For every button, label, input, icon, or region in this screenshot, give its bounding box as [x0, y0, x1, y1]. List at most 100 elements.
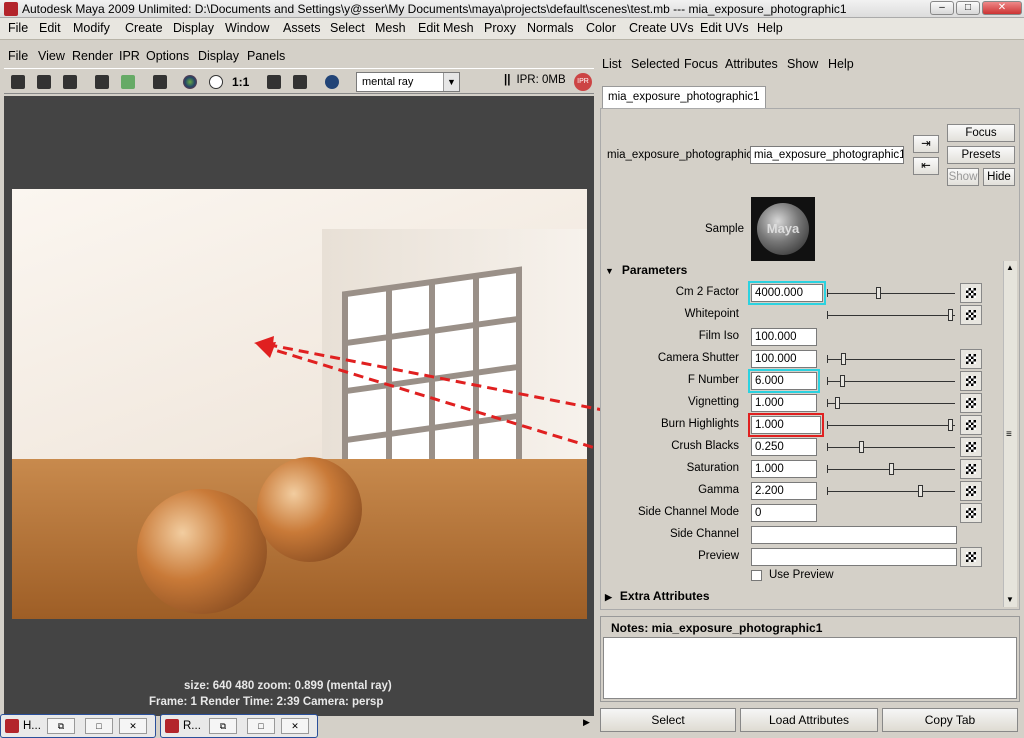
- cm2-factor-field[interactable]: 4000.000: [748, 281, 826, 305]
- menu-mesh[interactable]: Mesh: [375, 21, 406, 35]
- taskbar-window-r[interactable]: R... ⧉ □ ✕: [160, 714, 318, 738]
- saturation-field[interactable]: 1.000: [751, 460, 817, 478]
- load-attributes-button[interactable]: Load Attributes: [740, 708, 878, 732]
- taskbar-restore-icon[interactable]: ⧉: [47, 718, 75, 734]
- scroll-right-icon[interactable]: ▶: [583, 717, 590, 728]
- taskbar-restore-icon[interactable]: ⧉: [209, 718, 237, 734]
- taskbar-close-icon[interactable]: ✕: [281, 718, 309, 734]
- crush-blacks-slider[interactable]: [827, 440, 955, 454]
- select-button[interactable]: Select: [600, 708, 736, 732]
- parameters-section-header[interactable]: ▼ Parameters: [605, 263, 687, 279]
- menu-assets[interactable]: Assets: [283, 21, 321, 35]
- menu-edit-uvs[interactable]: Edit UVs: [700, 21, 749, 35]
- map-button-icon[interactable]: [960, 393, 982, 413]
- alpha-channel-icon[interactable]: [206, 72, 226, 92]
- scroll-grip-icon[interactable]: ≡: [1006, 429, 1012, 440]
- map-button-icon[interactable]: [960, 503, 982, 523]
- pause-icon[interactable]: ||: [504, 74, 510, 86]
- taskbar-close-icon[interactable]: ✕: [119, 718, 147, 734]
- menu-normals[interactable]: Normals: [527, 21, 574, 35]
- menu-color[interactable]: Color: [586, 21, 616, 35]
- rv-menu-view[interactable]: View: [38, 49, 65, 63]
- redo-render-icon[interactable]: [8, 72, 28, 92]
- menu-window[interactable]: Window: [225, 21, 269, 35]
- menu-create-uvs[interactable]: Create UVs: [629, 21, 694, 35]
- menu-display[interactable]: Display: [173, 21, 214, 35]
- map-button-icon[interactable]: [960, 415, 982, 435]
- render-canvas[interactable]: size: 640 480 zoom: 0.899 (mental ray) F…: [4, 96, 594, 716]
- close-button[interactable]: ✕: [982, 1, 1022, 15]
- copy-tab-button[interactable]: Copy Tab: [882, 708, 1018, 732]
- side-channel-mode-field[interactable]: 0: [751, 504, 817, 522]
- burn-highlights-field[interactable]: 1.000: [748, 413, 824, 437]
- restore-button[interactable]: □: [956, 1, 980, 15]
- ae-menu-help[interactable]: Help: [828, 57, 854, 71]
- ae-menu-selected[interactable]: Selected: [631, 57, 680, 71]
- menu-proxy[interactable]: Proxy: [484, 21, 516, 35]
- render-region-icon[interactable]: [34, 72, 54, 92]
- ipr-refresh-icon[interactable]: [118, 72, 138, 92]
- ae-menu-show[interactable]: Show: [787, 57, 818, 71]
- ae-scrollbar[interactable]: ▲ ≡ ▼: [1003, 261, 1017, 607]
- focus-button[interactable]: Focus: [947, 124, 1015, 142]
- map-button-icon[interactable]: [960, 481, 982, 501]
- taskbar-window-h[interactable]: H... ⧉ □ ✕: [0, 714, 156, 738]
- node-name-field[interactable]: mia_exposure_photographic1: [750, 146, 904, 164]
- film-iso-field[interactable]: 100.000: [751, 328, 817, 346]
- keep-image-icon[interactable]: [264, 72, 284, 92]
- rv-menu-ipr[interactable]: IPR: [119, 49, 140, 63]
- map-button-icon[interactable]: [960, 305, 982, 325]
- menu-help[interactable]: Help: [757, 21, 783, 35]
- f-number-slider[interactable]: [827, 374, 955, 388]
- gamma-field[interactable]: 2.200: [751, 482, 817, 500]
- crush-blacks-field[interactable]: 0.250: [751, 438, 817, 456]
- renderer-dropdown[interactable]: mental ray ▼: [356, 72, 460, 92]
- saturation-slider[interactable]: [827, 462, 955, 476]
- real-size-button[interactable]: 1:1: [232, 72, 252, 92]
- input-connection-icon[interactable]: ⇥: [913, 135, 939, 153]
- taskbar-maximize-icon[interactable]: □: [247, 718, 275, 734]
- menu-create[interactable]: Create: [125, 21, 163, 35]
- show-button[interactable]: Show: [947, 168, 979, 186]
- ae-menu-focus[interactable]: Focus: [684, 57, 718, 71]
- snapshot-camera-icon[interactable]: [60, 72, 80, 92]
- ipr-render-icon[interactable]: [92, 72, 112, 92]
- rv-menu-panels[interactable]: Panels: [247, 49, 285, 63]
- map-button-icon[interactable]: [960, 371, 982, 391]
- preview-field[interactable]: [751, 548, 957, 566]
- notes-textarea[interactable]: [603, 637, 1017, 699]
- menu-edit[interactable]: Edit: [39, 21, 61, 35]
- map-button-icon[interactable]: [960, 459, 982, 479]
- burn-highlights-slider[interactable]: [827, 418, 955, 432]
- vignetting-slider[interactable]: [827, 396, 955, 410]
- minimize-button[interactable]: –: [930, 1, 954, 15]
- menu-edit-mesh[interactable]: Edit Mesh: [418, 21, 474, 35]
- map-button-icon[interactable]: [960, 437, 982, 457]
- scroll-up-icon[interactable]: ▲: [1006, 263, 1014, 272]
- gamma-slider[interactable]: [827, 484, 955, 498]
- use-preview-checkbox[interactable]: [751, 570, 762, 581]
- map-button-icon[interactable]: [960, 547, 982, 567]
- remove-image-icon[interactable]: [290, 72, 310, 92]
- rgb-channels-icon[interactable]: [180, 72, 200, 92]
- whitepoint-slider[interactable]: [827, 308, 955, 322]
- map-button-icon[interactable]: [960, 349, 982, 369]
- render-settings-icon[interactable]: [150, 72, 170, 92]
- presets-button[interactable]: Presets: [947, 146, 1015, 164]
- output-connection-icon[interactable]: ⇤: [913, 157, 939, 175]
- hide-button[interactable]: Hide: [983, 168, 1015, 186]
- vignetting-field[interactable]: 1.000: [751, 394, 817, 412]
- rv-menu-file[interactable]: File: [8, 49, 28, 63]
- tab-node[interactable]: mia_exposure_photographic1: [602, 86, 766, 108]
- side-channel-field[interactable]: [751, 526, 957, 544]
- rv-menu-display[interactable]: Display: [198, 49, 239, 63]
- cm2-factor-slider[interactable]: [827, 286, 955, 300]
- extra-attributes-section-header[interactable]: ▶ Extra Attributes: [605, 589, 710, 605]
- rv-menu-render[interactable]: Render: [72, 49, 113, 63]
- rv-menu-options[interactable]: Options: [146, 49, 189, 63]
- map-button-icon[interactable]: [960, 283, 982, 303]
- f-number-field[interactable]: 6.000: [748, 369, 820, 393]
- scroll-down-icon[interactable]: ▼: [1006, 595, 1014, 604]
- menu-select[interactable]: Select: [330, 21, 365, 35]
- ae-menu-attributes[interactable]: Attributes: [725, 57, 778, 71]
